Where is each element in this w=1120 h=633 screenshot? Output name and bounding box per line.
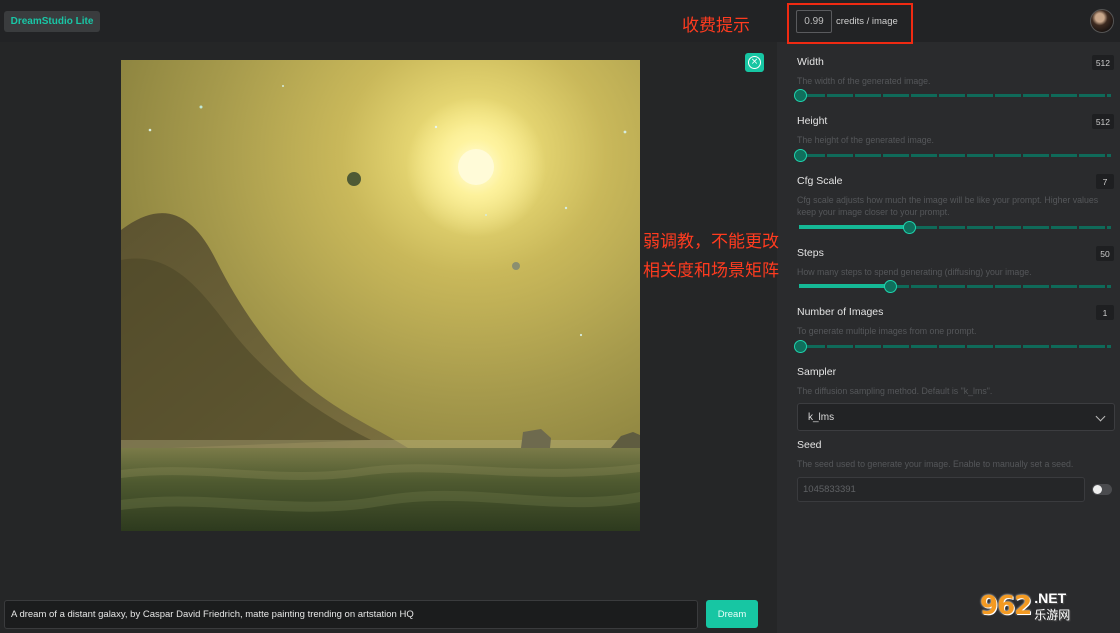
credits-label: credits / image xyxy=(836,16,898,27)
planet xyxy=(347,172,361,186)
slider-thumb[interactable] xyxy=(903,221,916,234)
seed-description: The seed used to generate your image. En… xyxy=(797,459,1074,469)
watermark-site-name: 乐游网 xyxy=(1034,607,1071,622)
seed-title: Seed xyxy=(797,439,822,451)
prompt-input[interactable]: A dream of a distant galaxy, by Caspar D… xyxy=(4,600,698,629)
seed-input[interactable]: 1045833391 xyxy=(797,477,1085,502)
width-description: The width of the generated image. xyxy=(797,76,931,86)
seed-toggle[interactable] xyxy=(1092,484,1112,495)
annotation-fee-hint: 收费提示 xyxy=(682,16,750,36)
height-slider[interactable] xyxy=(794,149,1111,162)
slider-thumb[interactable] xyxy=(794,340,807,353)
number-of-images-value: 1 xyxy=(1096,305,1114,320)
close-image-button[interactable]: × xyxy=(745,53,764,72)
slider-thumb[interactable] xyxy=(884,280,897,293)
moon xyxy=(512,262,520,270)
cfg-scale-value: 7 xyxy=(1096,174,1114,189)
sampler-select[interactable]: k_lms xyxy=(797,403,1115,431)
cfg-scale-description: Cfg scale adjusts how much the image wil… xyxy=(797,195,1099,217)
sampler-description: The diffusion sampling method. Default i… xyxy=(797,386,993,396)
toggle-knob xyxy=(1093,485,1102,494)
slider-thumb[interactable] xyxy=(794,89,807,102)
annotation-tuning: 弱调教，不能更改 相关度和场景矩阵 xyxy=(643,228,779,286)
annotation-tuning-line1: 弱调教，不能更改 xyxy=(643,232,779,252)
width-value: 512 xyxy=(1091,55,1114,70)
cfg-scale-title: Cfg Scale xyxy=(797,175,843,187)
chevron-down-icon xyxy=(1095,411,1106,422)
cfg-scale-slider[interactable] xyxy=(799,221,1111,234)
height-description: The height of the generated image. xyxy=(797,135,934,145)
height-title: Height xyxy=(797,115,828,127)
watermark-logo: 962 xyxy=(980,591,1032,621)
steps-title: Steps xyxy=(797,247,824,259)
steps-description: How many steps to spend generating (diff… xyxy=(797,267,1032,277)
close-icon: × xyxy=(748,56,761,69)
app-logo[interactable]: DreamStudio Lite xyxy=(4,11,100,32)
dream-button[interactable]: Dream xyxy=(706,600,758,628)
slider-thumb[interactable] xyxy=(794,149,807,162)
user-avatar[interactable] xyxy=(1090,9,1114,33)
width-title: Width xyxy=(797,56,824,68)
sampler-selected-value: k_lms xyxy=(808,411,835,423)
steps-slider[interactable] xyxy=(799,280,1111,293)
watermark-net: .NET xyxy=(1034,589,1067,606)
generated-image xyxy=(121,60,640,531)
watermark: 962 .NET 乐游网 xyxy=(980,583,1114,629)
sampler-title: Sampler xyxy=(797,366,837,378)
number-of-images-description: To generate multiple images from one pro… xyxy=(797,326,977,336)
height-value: 512 xyxy=(1091,114,1114,129)
settings-panel xyxy=(777,42,1120,633)
credits-value: 0.99 xyxy=(796,10,832,33)
width-slider[interactable] xyxy=(794,89,1111,102)
steps-value: 50 xyxy=(1096,246,1114,261)
top-bar xyxy=(0,0,1120,42)
number-of-images-slider[interactable] xyxy=(794,340,1111,353)
annotation-tuning-line2: 相关度和场景矩阵 xyxy=(643,261,779,281)
number-of-images-title: Number of Images xyxy=(797,306,884,318)
